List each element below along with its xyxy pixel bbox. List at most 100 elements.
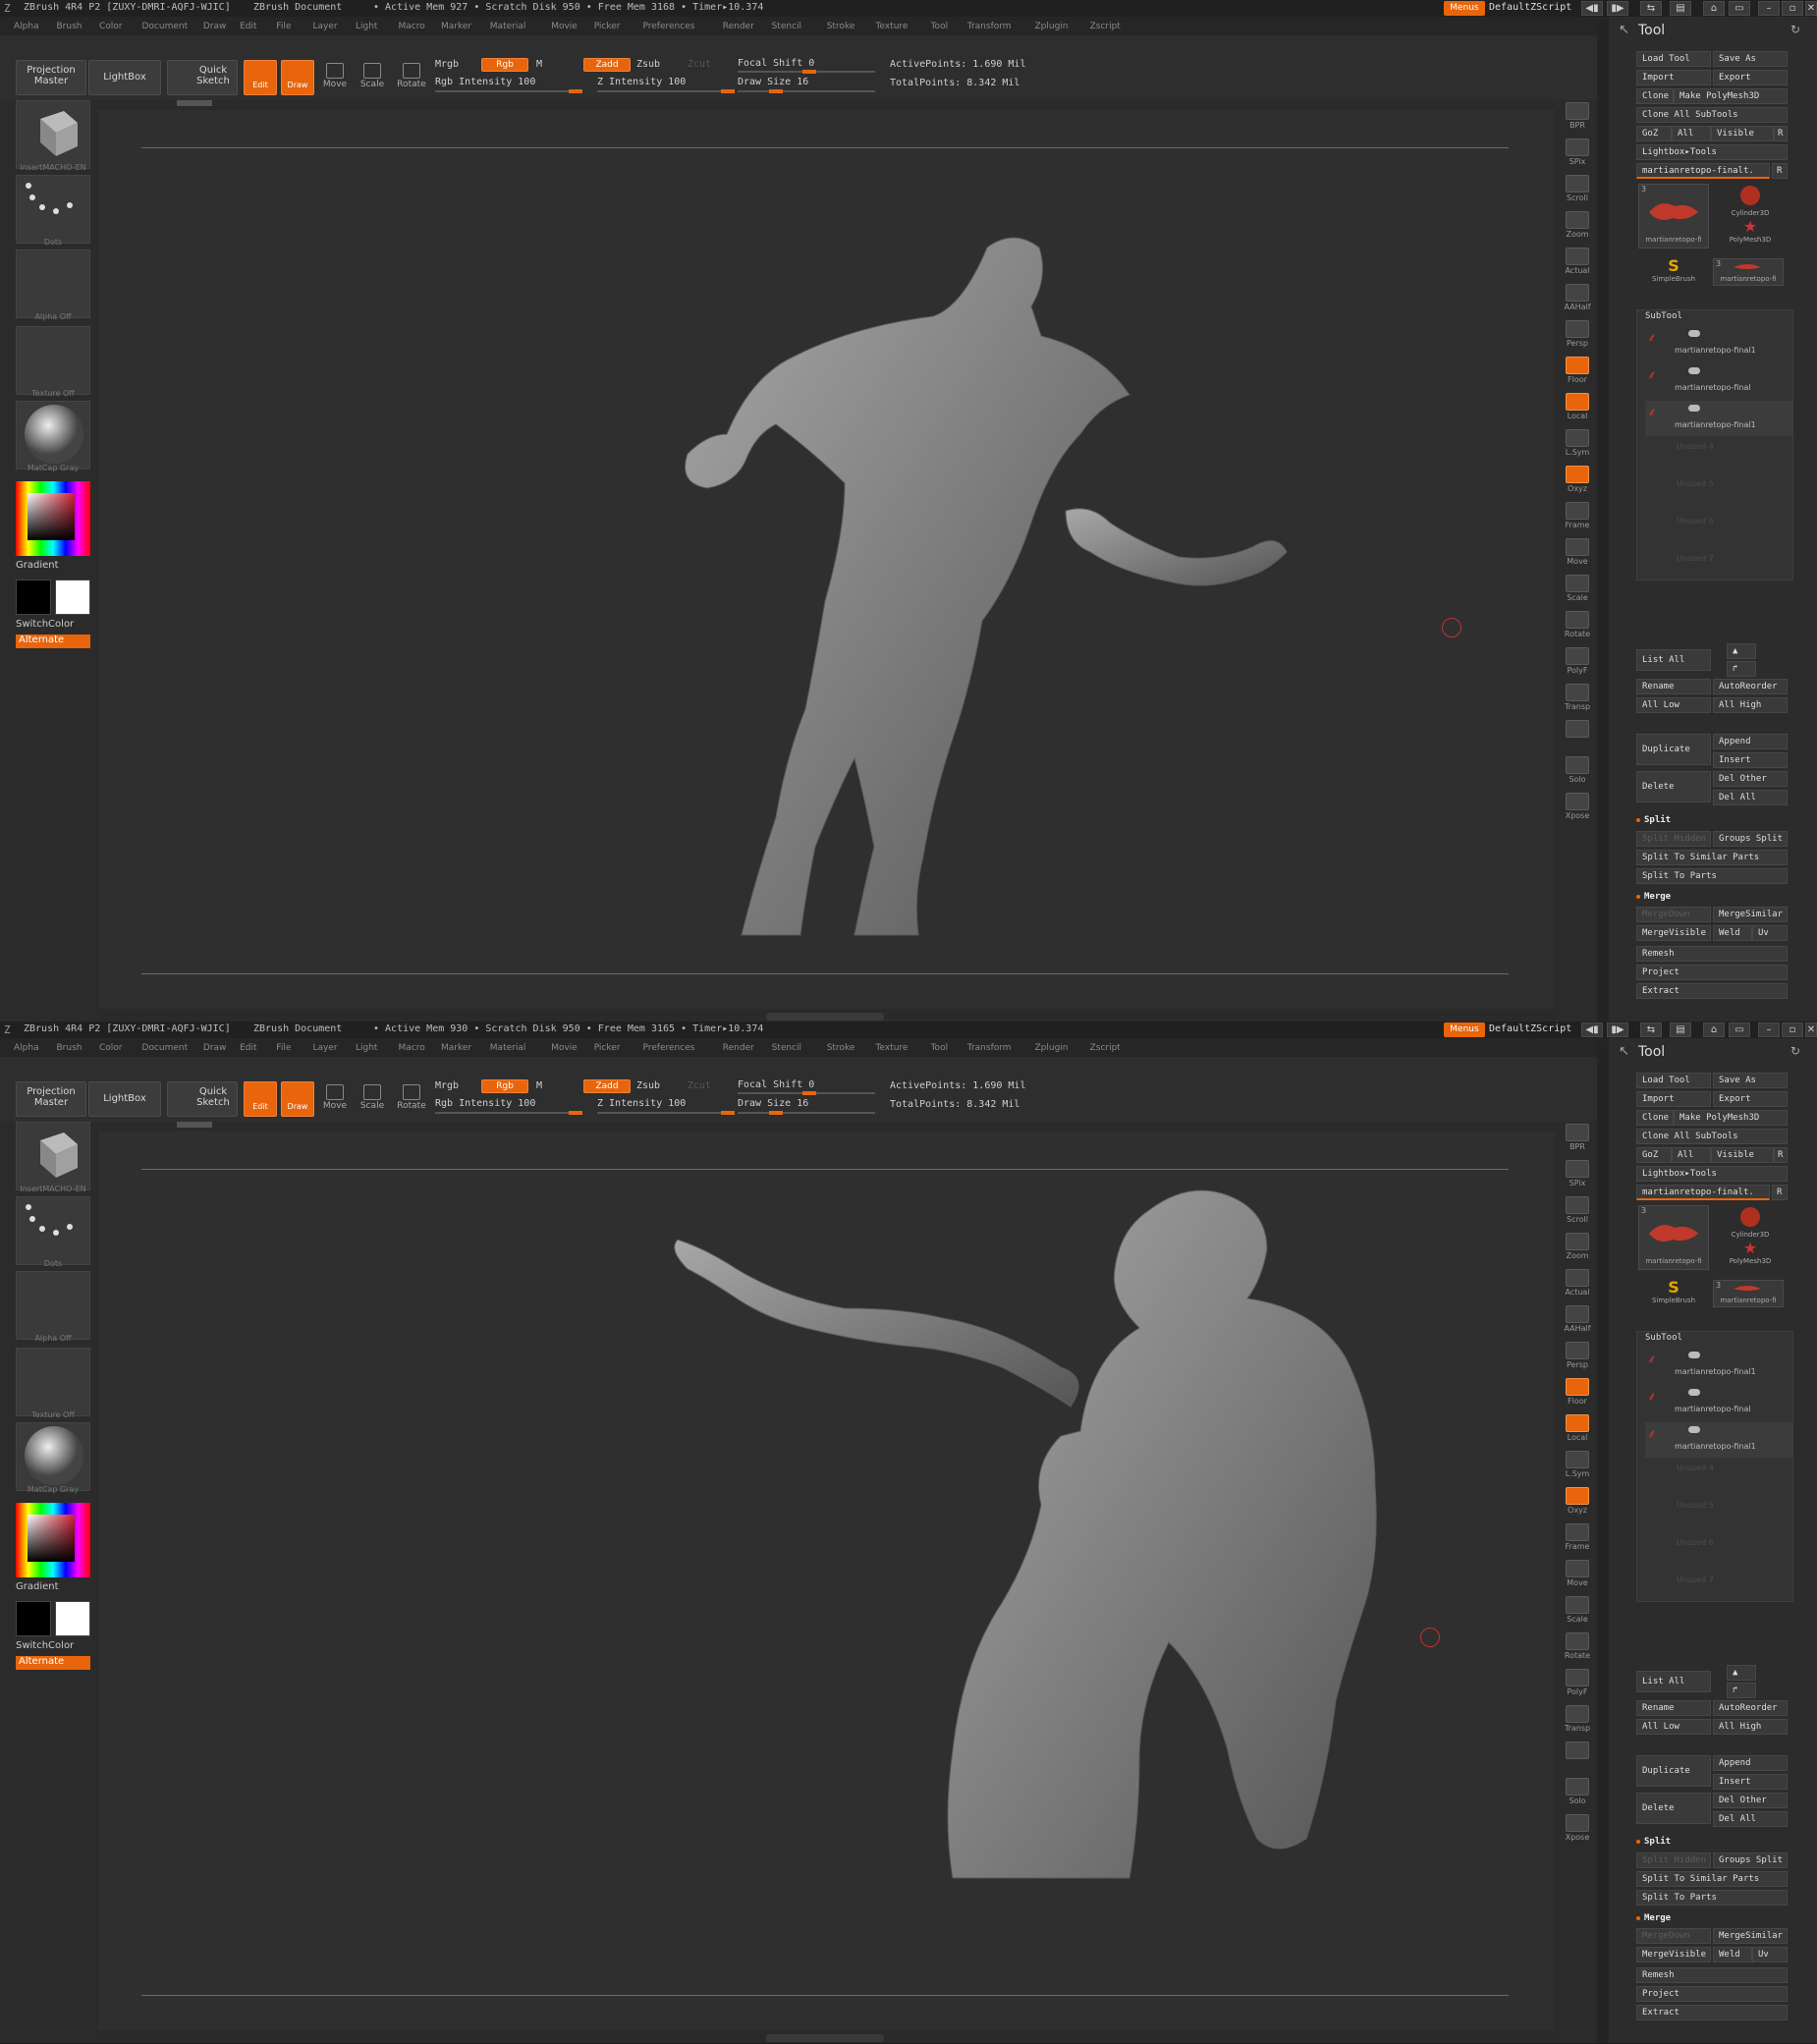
all-high-button[interactable]: All High [1713,1719,1788,1735]
rgb-toggle[interactable]: Rgb [481,1079,528,1093]
tool-thumb-martian[interactable]: martianretopo-fi 3 [1638,184,1709,249]
menu-file[interactable]: File [276,1043,291,1053]
shelf-polyf-button[interactable]: PolyF [1562,645,1593,679]
lightbox-button[interactable]: LightBox [88,1081,161,1117]
split-similar-button[interactable]: Split To Similar Parts [1636,1871,1788,1887]
duplicate-button[interactable]: Duplicate [1636,734,1711,765]
menu-edit[interactable]: Edit [240,22,256,31]
goz-r-button[interactable]: R [1774,126,1788,141]
shelf-blank-button[interactable] [1562,1740,1593,1773]
menu-marker[interactable]: Marker [441,22,471,31]
shelf-xpose-button[interactable]: Xpose [1562,1812,1593,1846]
menu-tool[interactable]: Tool [931,1043,948,1053]
lightbox-tools-button[interactable]: Lightbox▸Tools [1636,1166,1788,1182]
main-color-swatch[interactable] [16,580,51,615]
default-zscript-label[interactable]: DefaultZScript [1489,2,1571,13]
menu-picker[interactable]: Picker [594,22,621,31]
stroke-selector[interactable] [16,1196,90,1265]
focal-shift-slider[interactable] [738,70,875,74]
z-intensity-slider[interactable] [597,89,735,93]
texture-selector[interactable] [16,326,90,395]
groups-split-button[interactable]: Groups Split [1713,1852,1788,1868]
remesh-button[interactable]: Remesh [1636,946,1788,962]
canvas-viewport[interactable] [98,110,1555,1009]
del-other-button[interactable]: Del Other [1713,1793,1788,1808]
project-button[interactable]: Project [1636,1986,1788,2002]
menu-macro[interactable]: Macro [399,1043,425,1053]
lightbox-button[interactable]: LightBox [88,60,161,95]
rgb-intensity-slider[interactable] [435,1111,582,1115]
delete-button[interactable]: Delete [1636,771,1711,802]
menu-draw[interactable]: Draw [203,1043,227,1053]
default-zscript-label[interactable]: DefaultZScript [1489,1023,1571,1034]
all-high-button[interactable]: All High [1713,697,1788,713]
tool-thumb-cylinder[interactable]: Cylinder3D [1713,1205,1788,1239]
import-button[interactable]: Import [1636,1091,1711,1107]
shelf-bpr-button[interactable]: BPR [1562,1122,1593,1155]
menu-picker[interactable]: Picker [594,1043,621,1053]
menu-transform[interactable]: Transform [967,1043,1012,1053]
quick-sketch-button[interactable]: Quick Sketch [167,60,238,95]
export-button[interactable]: Export [1713,70,1788,85]
subtool-toggle-icon[interactable] [1688,367,1700,374]
switchcolor-button[interactable]: SwitchColor [16,1640,90,1651]
menu-texture[interactable]: Texture [876,22,908,31]
merge-section[interactable]: Merge [1636,892,1671,902]
gradient-label[interactable]: Gradient [16,560,90,571]
m-toggle[interactable]: M [536,59,542,70]
figure-detached-arm[interactable] [1065,508,1288,586]
del-all-button[interactable]: Del All [1713,1811,1788,1827]
zcut-toggle[interactable]: Zcut [688,59,711,70]
split-similar-button[interactable]: Split To Similar Parts [1636,850,1788,865]
menu-light[interactable]: Light [356,1043,377,1053]
tool-thumb-simplebrush[interactable]: S SimpleBrush [1638,1278,1709,1307]
tool-thumb-cylinder[interactable]: Cylinder3D [1713,184,1788,217]
secondary-color-swatch[interactable] [55,580,90,615]
uv-button[interactable]: Uv [1752,1947,1788,1962]
menu-layer[interactable]: Layer [313,22,338,31]
shelf-aahalf-button[interactable]: AAHalf [1562,1303,1593,1337]
menu-movie[interactable]: Movie [551,22,578,31]
menu-document[interactable]: Document [142,1043,189,1053]
draw-button[interactable]: Draw [281,1081,314,1117]
rename-button[interactable]: Rename [1636,679,1711,694]
tool-thumb-martian-2[interactable]: 3 martianretopo-fi [1713,1280,1784,1307]
secondary-color-swatch[interactable] [55,1601,90,1636]
del-other-button[interactable]: Del Other [1713,771,1788,787]
menu-material[interactable]: Material [490,1043,526,1053]
alpha-selector[interactable] [16,1271,90,1340]
close-icon[interactable]: ✕ [1805,1022,1817,1037]
rgb-intensity-slider[interactable] [435,89,582,93]
clone-all-subtools-button[interactable]: Clone All SubTools [1636,1129,1788,1144]
shelf-solo-button[interactable]: Solo [1562,754,1593,788]
menus-toggle-button[interactable]: Menus [1444,1022,1485,1037]
draw-button[interactable]: Draw [281,60,314,95]
subtool-toggle-icon[interactable] [1688,1389,1700,1396]
focal-shift-slider[interactable] [738,1091,875,1095]
sync-icon[interactable]: ⇆ [1640,1,1662,16]
subtool-row-2[interactable]: ⸙ martianretopo-final [1645,363,1792,399]
hide-icon[interactable]: ▭ [1729,1,1750,16]
menu-render[interactable]: Render [723,1043,754,1053]
move-up-icon[interactable]: ▲ [1727,643,1756,659]
zadd-toggle[interactable]: Zadd [583,1079,631,1093]
figure-detached-arm[interactable] [674,1239,1079,1408]
goz-button[interactable]: GoZ [1636,126,1672,141]
shelf-transp-button[interactable]: Transp [1562,1703,1593,1737]
split-section[interactable]: Split [1636,1837,1671,1847]
alternate-button[interactable]: Alternate [16,1656,90,1670]
menu-light[interactable]: Light [356,22,377,31]
menu-stroke[interactable]: Stroke [827,22,855,31]
switchcolor-button[interactable]: SwitchColor [16,619,90,630]
extract-button[interactable]: Extract [1636,983,1788,999]
layout2-icon[interactable]: ▮▶ [1607,1022,1628,1037]
mrgb-toggle[interactable]: Mrgb [435,59,459,70]
autoreorder-button[interactable]: AutoReorder [1713,1700,1788,1716]
mergevisible-button[interactable]: MergeVisible [1636,1947,1711,1962]
subtool-row-1[interactable]: ⸙ martianretopo-final1 [1645,326,1792,361]
alternate-button[interactable]: Alternate [16,635,90,648]
zadd-toggle[interactable]: Zadd [583,58,631,72]
toolbar-scroll-handle[interactable] [177,1122,212,1128]
z-intensity-slider[interactable] [597,1111,735,1115]
shelf-persp-button[interactable]: Persp [1562,1340,1593,1373]
